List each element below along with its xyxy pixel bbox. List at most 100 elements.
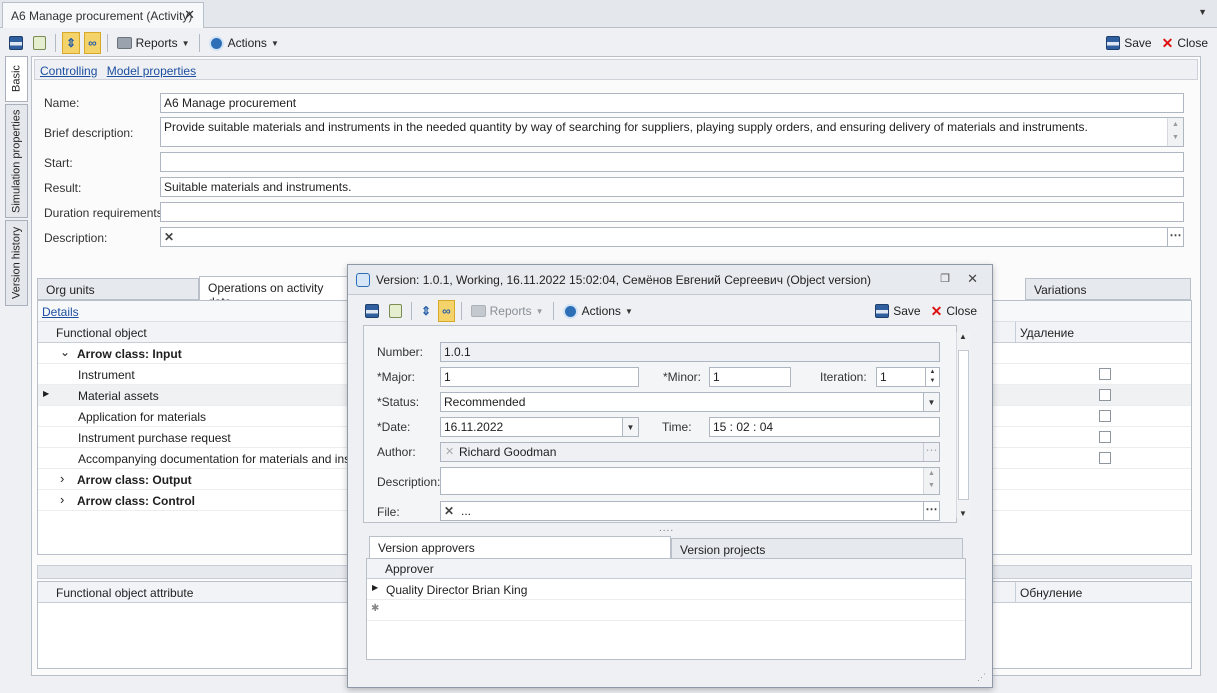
delete-checkbox[interactable] [1099, 368, 1111, 380]
chevron-down-icon[interactable]: ▼ [622, 418, 638, 436]
toolbar-separator [55, 34, 56, 52]
save-toolbar-button[interactable] [6, 32, 26, 54]
print-icon [470, 305, 486, 317]
tab-simulation-properties[interactable]: Simulation properties [5, 104, 28, 218]
collapse-icon[interactable]: ⌄ [60, 345, 70, 359]
start-input[interactable] [160, 152, 1184, 172]
chevron-down-icon[interactable]: ▼ [923, 393, 939, 411]
save-button[interactable]: Save [1103, 32, 1154, 54]
row-label: Application for materials [78, 410, 207, 424]
actions-label: Actions [227, 36, 267, 50]
brief-description-input[interactable]: Provide suitable materials and instrumen… [160, 117, 1184, 147]
close-tab-icon[interactable]: ✕ [184, 7, 195, 23]
expand-icon[interactable]: › [60, 471, 64, 486]
close-dialog-icon[interactable]: ✕ [967, 271, 978, 287]
delete-checkbox[interactable] [1099, 389, 1111, 401]
dialog-layout-button[interactable]: ⇕ [418, 300, 434, 322]
clear-icon[interactable]: ✕ [444, 504, 454, 518]
scroll-down-icon[interactable]: ▼ [959, 509, 967, 518]
dialog-refresh-button[interactable] [386, 300, 405, 322]
delete-checkbox[interactable] [1099, 431, 1111, 443]
expand-icon[interactable]: › [60, 492, 64, 507]
scroll-up-icon[interactable]: ▲ [959, 332, 967, 341]
scroll-thumb[interactable] [958, 350, 969, 500]
description-scrollbar[interactable]: ▲ ▼ [923, 468, 939, 494]
file-input[interactable]: ✕ ... ⋯ [440, 501, 940, 521]
reports-menu-button[interactable]: Reports ▼ [114, 32, 193, 54]
approver-header[interactable]: Approver [385, 562, 434, 576]
save-icon [365, 304, 379, 318]
resize-grip-icon[interactable]: ⋰ [977, 672, 986, 683]
ellipsis-button: ⋯ [923, 443, 939, 461]
link-toggle-button[interactable]: ∞ [84, 32, 101, 54]
document-tab[interactable]: A6 Manage procurement (Activity) ✕ [2, 2, 204, 28]
close-button[interactable]: ✕ Close [1159, 32, 1211, 54]
dialog-save-button[interactable]: Save [872, 300, 923, 322]
major-input[interactable]: 1 [440, 367, 639, 387]
controlling-link[interactable]: Controlling [40, 64, 97, 78]
start-label: Start: [44, 156, 73, 170]
dialog-save-toolbar-button[interactable] [362, 300, 382, 322]
details-link[interactable]: Details [42, 305, 79, 319]
dialog-save-label: Save [893, 304, 921, 318]
layout-toggle-button[interactable]: ⇕ [62, 32, 81, 54]
tabstrip-menu-icon[interactable]: ▼ [1198, 7, 1207, 17]
duration-input[interactable] [160, 202, 1184, 222]
actions-menu-button[interactable]: Actions ▼ [206, 32, 282, 54]
name-input[interactable]: A6 Manage procurement [160, 93, 1184, 113]
delete-checkbox[interactable] [1099, 410, 1111, 422]
approvers-grid: Approver ▶ Quality Director Brian King ✱ [366, 558, 966, 660]
splitter-handle-icon[interactable]: .... [659, 523, 674, 534]
refresh-button[interactable] [30, 32, 49, 54]
delete-header[interactable]: Удаление [1020, 326, 1074, 340]
dialog-title-bar[interactable]: Version: 1.0.1, Working, 16.11.2022 15:0… [348, 265, 992, 295]
functional-object-header[interactable]: Functional object [56, 326, 147, 340]
reset-header[interactable]: Обнуление [1020, 586, 1082, 600]
new-row-icon: ✱ [371, 603, 380, 614]
file-label: File: [377, 505, 400, 519]
date-label: *Date: [377, 420, 411, 434]
tab-version-approvers[interactable]: Version approvers [369, 536, 671, 559]
date-picker[interactable]: 16.11.2022 ▼ [440, 417, 639, 437]
table-row[interactable]: ▶ Quality Director Brian King [367, 579, 965, 600]
iteration-stepper[interactable]: 1 ▲ ▼ [876, 367, 940, 387]
name-label: Name: [44, 96, 80, 110]
dialog-toolbar: ⇕ ∞ Reports ▼ Actions ▼ Save ✕ Close [362, 297, 980, 325]
author-label: Author: [377, 445, 416, 459]
functional-object-attribute-header[interactable]: Functional object attribute [56, 586, 193, 600]
dialog-link-toggle-button[interactable]: ∞ [438, 300, 455, 322]
duration-label: Duration requirements: [44, 206, 167, 220]
dialog-close-button[interactable]: ✕ Close [928, 300, 980, 322]
date-value: 16.11.2022 [444, 420, 504, 434]
model-properties-link[interactable]: Model properties [107, 64, 196, 78]
brief-scrollbar[interactable]: ▲ ▼ [1167, 118, 1183, 146]
tab-org-units[interactable]: Org units [37, 278, 199, 300]
save-icon [1106, 36, 1121, 50]
tab-basic[interactable]: Basic [5, 56, 28, 102]
tab-operations[interactable]: Operations on activity data [199, 276, 349, 309]
link-icon: ∞ [88, 36, 97, 50]
new-row[interactable]: ✱ [367, 600, 965, 621]
tab-variations[interactable]: Variations [1025, 278, 1191, 300]
minor-input[interactable]: 1 [709, 367, 791, 387]
restore-icon[interactable]: ❐ [940, 272, 950, 285]
refresh-icon [33, 36, 46, 50]
dialog-reports-button[interactable]: Reports ▼ [468, 300, 547, 322]
ellipsis-button[interactable]: ⋯ [1167, 228, 1183, 246]
reports-label: Reports [135, 36, 178, 50]
description-input[interactable]: ✕ ⋯ [160, 227, 1184, 247]
dialog-actions-button[interactable]: Actions ▼ [560, 300, 636, 322]
clear-icon[interactable]: ✕ [164, 230, 174, 244]
result-label: Result: [44, 181, 82, 195]
status-select[interactable]: Recommended ▼ [440, 392, 940, 412]
tab-version-history[interactable]: Version history [5, 220, 28, 306]
tab-version-projects[interactable]: Version projects [671, 538, 963, 560]
close-icon: ✕ [1161, 34, 1174, 51]
ellipsis-button[interactable]: ⋯ [923, 502, 939, 520]
spin-icon[interactable]: ▲ ▼ [925, 368, 939, 386]
result-input[interactable]: Suitable materials and instruments. [160, 177, 1184, 197]
version-description-input[interactable]: ▲ ▼ [440, 467, 940, 495]
delete-checkbox[interactable] [1099, 452, 1111, 464]
form-scrollbar[interactable]: ▲ ▼ [956, 332, 970, 518]
time-input[interactable]: 15 : 02 : 04 [709, 417, 940, 437]
